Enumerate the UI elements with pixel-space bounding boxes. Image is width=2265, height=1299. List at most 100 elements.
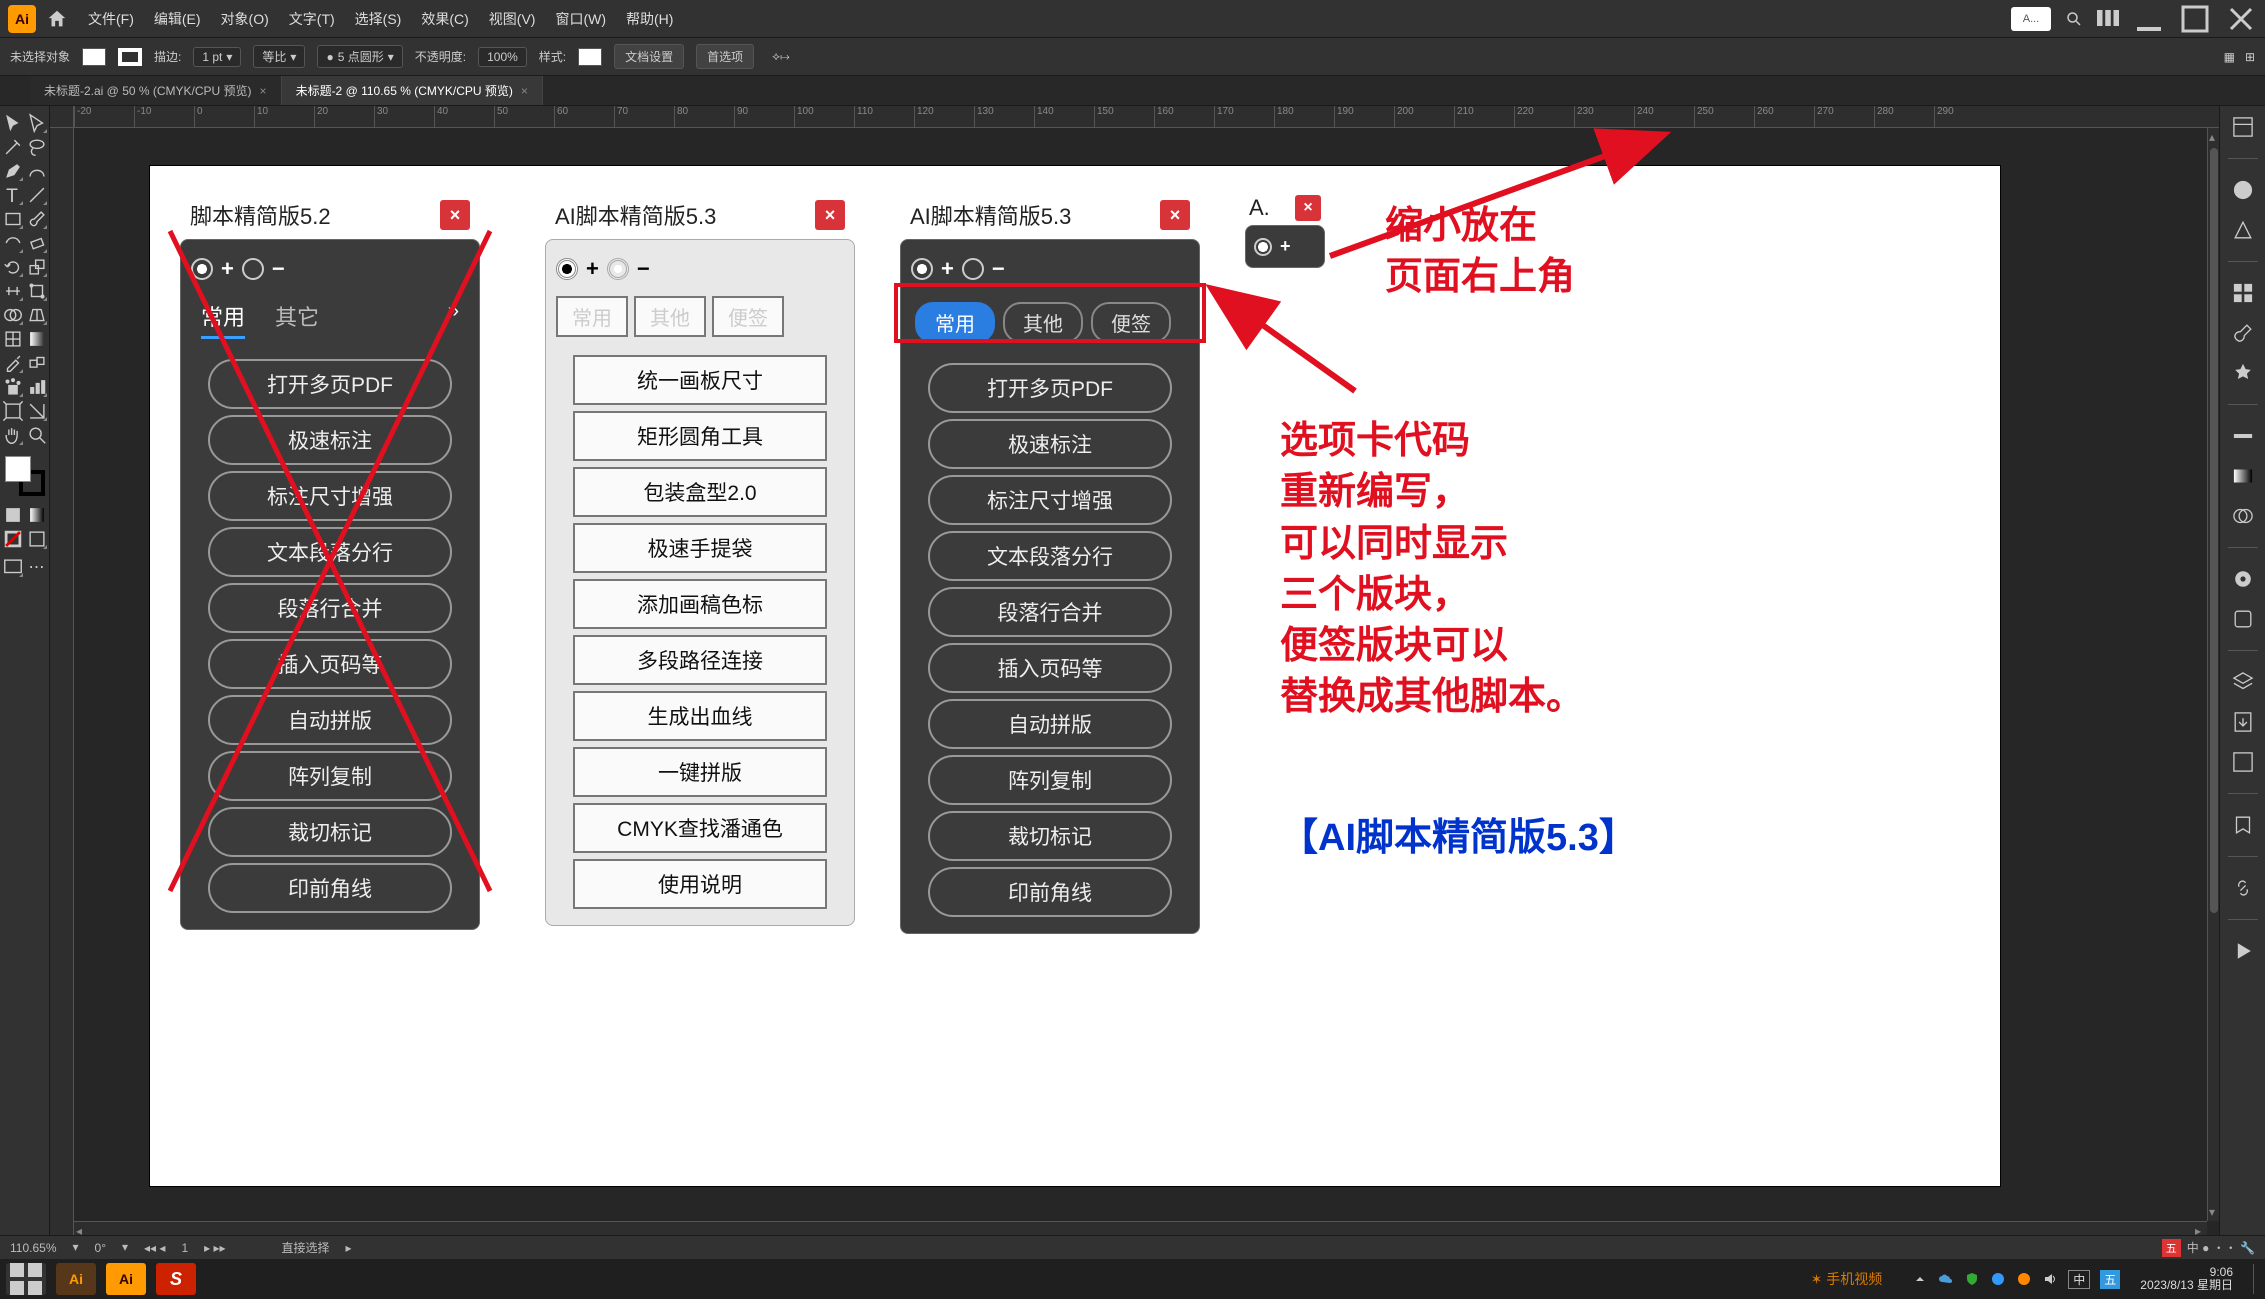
- swatches-panel-icon[interactable]: [2230, 280, 2256, 306]
- minus-icon[interactable]: −: [272, 256, 285, 282]
- script-button[interactable]: 添加画稿色标: [573, 579, 826, 629]
- script-button[interactable]: 矩形圆角工具: [573, 411, 826, 461]
- color-guide-icon[interactable]: [2230, 217, 2256, 243]
- taskbar-clock[interactable]: 9:06 2023/8/13 星期日: [2130, 1266, 2243, 1292]
- stroke-panel-icon[interactable]: [2230, 423, 2256, 449]
- script-button[interactable]: CMYK查找潘通色: [573, 803, 826, 853]
- plus-icon[interactable]: +: [221, 256, 234, 282]
- transparency-panel-icon[interactable]: [2230, 503, 2256, 529]
- gradient-tool[interactable]: [26, 328, 48, 350]
- close-icon[interactable]: ×: [440, 200, 470, 230]
- zoom-level[interactable]: 110.65%: [10, 1241, 56, 1255]
- menu-object[interactable]: 对象(O): [221, 9, 269, 29]
- ime-indicator[interactable]: 五: [2162, 1239, 2181, 1257]
- script-button[interactable]: 极速手提袋: [573, 523, 826, 573]
- top-search-box[interactable]: A...: [2011, 7, 2051, 31]
- libraries-panel-icon[interactable]: [2230, 812, 2256, 838]
- workspace-icon[interactable]: ⊞: [2245, 50, 2255, 64]
- radio-checked[interactable]: [191, 258, 213, 280]
- script-button[interactable]: 打开多页PDF: [928, 363, 1173, 413]
- taskbar-script[interactable]: S: [156, 1263, 196, 1295]
- blend-tool[interactable]: [26, 352, 48, 374]
- rotate-tool[interactable]: [2, 256, 24, 278]
- draw-mode[interactable]: [26, 528, 48, 550]
- minimize-button[interactable]: [2133, 8, 2165, 30]
- menu-select[interactable]: 选择(S): [355, 9, 402, 29]
- artboard-tool[interactable]: [2, 400, 24, 422]
- script-button[interactable]: 印前角线: [208, 863, 453, 913]
- script-button[interactable]: 自动拼版: [208, 695, 453, 745]
- script-button[interactable]: 多段路径连接: [573, 635, 826, 685]
- none-mode[interactable]: [2, 528, 24, 550]
- script-button[interactable]: 一键拼版: [573, 747, 826, 797]
- rotation-level[interactable]: 0°: [95, 1241, 106, 1255]
- search-icon[interactable]: [2065, 10, 2083, 28]
- fill-swatch[interactable]: [82, 48, 106, 66]
- script-button[interactable]: 插入页码等: [928, 643, 1173, 693]
- script-button[interactable]: 文本段落分行: [208, 527, 453, 577]
- tray-shield-icon[interactable]: [1964, 1271, 1980, 1287]
- brushes-panel-icon[interactable]: [2230, 320, 2256, 346]
- tab-notes[interactable]: 便签: [712, 296, 784, 337]
- graph-tool[interactable]: [26, 376, 48, 398]
- curvature-tool[interactable]: [26, 160, 48, 182]
- graphic-styles-icon[interactable]: [2230, 606, 2256, 632]
- fill-stroke-control[interactable]: [5, 456, 45, 496]
- script-button[interactable]: 裁切标记: [208, 807, 453, 857]
- start-button[interactable]: [6, 1263, 46, 1295]
- stroke-swatch[interactable]: [118, 48, 142, 66]
- shaper-tool[interactable]: [2, 232, 24, 254]
- more-icon[interactable]: »: [448, 300, 459, 339]
- scrollbar-h[interactable]: ◂ ▸: [74, 1221, 2207, 1235]
- doc-tab-2[interactable]: 未标题-2 @ 110.65 % (CMYK/CPU 预览)×: [282, 76, 543, 105]
- script-button[interactable]: 标注尺寸增强: [208, 471, 453, 521]
- scrollbar-v[interactable]: ▴ ▾: [2207, 128, 2219, 1221]
- menu-help[interactable]: 帮助(H): [626, 9, 673, 29]
- pen-tool[interactable]: [2, 160, 24, 182]
- maximize-button[interactable]: [2179, 8, 2211, 30]
- close-icon[interactable]: ×: [1160, 200, 1190, 230]
- script-button[interactable]: 统一画板尺寸: [573, 355, 826, 405]
- width-tool[interactable]: [2, 280, 24, 302]
- tray-volume-icon[interactable]: [2042, 1271, 2058, 1287]
- tab-other[interactable]: 其他: [634, 296, 706, 337]
- radio-checked[interactable]: [556, 258, 578, 280]
- play-icon[interactable]: [2230, 938, 2256, 964]
- script-button[interactable]: 裁切标记: [928, 811, 1173, 861]
- gradient-panel-icon[interactable]: [2230, 463, 2256, 489]
- script-button[interactable]: 段落行合并: [928, 587, 1173, 637]
- mesh-tool[interactable]: [2, 328, 24, 350]
- screen-mode[interactable]: [2, 556, 24, 578]
- home-icon[interactable]: [46, 8, 68, 30]
- arrange-docs-icon[interactable]: [2097, 10, 2119, 28]
- tab-other[interactable]: 其它: [275, 300, 319, 339]
- direct-selection-tool[interactable]: [26, 112, 48, 134]
- tray-onedrive-icon[interactable]: [1938, 1271, 1954, 1287]
- symbols-panel-icon[interactable]: [2230, 360, 2256, 386]
- uniform-dropdown[interactable]: 等比 ▾: [253, 45, 305, 68]
- menu-text[interactable]: 文字(T): [289, 9, 335, 29]
- doc-setup-button[interactable]: 文档设置: [614, 44, 684, 69]
- slice-tool[interactable]: [26, 400, 48, 422]
- plus-icon[interactable]: +: [1280, 236, 1291, 257]
- paintbrush-tool[interactable]: [26, 208, 48, 230]
- color-panel-icon[interactable]: [2230, 177, 2256, 203]
- asset-export-icon[interactable]: [2230, 709, 2256, 735]
- show-desktop[interactable]: [2253, 1264, 2259, 1294]
- radio-checked[interactable]: [911, 258, 933, 280]
- menu-file[interactable]: 文件(F): [88, 9, 134, 29]
- script-button[interactable]: 文本段落分行: [928, 531, 1173, 581]
- script-button[interactable]: 插入页码等: [208, 639, 453, 689]
- minus-icon[interactable]: −: [992, 256, 1005, 282]
- script-button[interactable]: 极速标注: [928, 419, 1173, 469]
- symbol-sprayer-tool[interactable]: [2, 376, 24, 398]
- doc-tab-1[interactable]: 未标题-2.ai @ 50 % (CMYK/CPU 预览)×: [30, 76, 282, 105]
- script-button[interactable]: 自动拼版: [928, 699, 1173, 749]
- status-expand[interactable]: ▸: [346, 1241, 352, 1255]
- artboard-number[interactable]: 1: [181, 1241, 188, 1255]
- script-button[interactable]: 阵列复制: [928, 755, 1173, 805]
- artboard-nav-prev[interactable]: ◂◂ ◂: [144, 1241, 165, 1255]
- menu-effect[interactable]: 效果(C): [421, 9, 468, 29]
- close-icon[interactable]: ×: [1295, 195, 1321, 221]
- line-tool[interactable]: [26, 184, 48, 206]
